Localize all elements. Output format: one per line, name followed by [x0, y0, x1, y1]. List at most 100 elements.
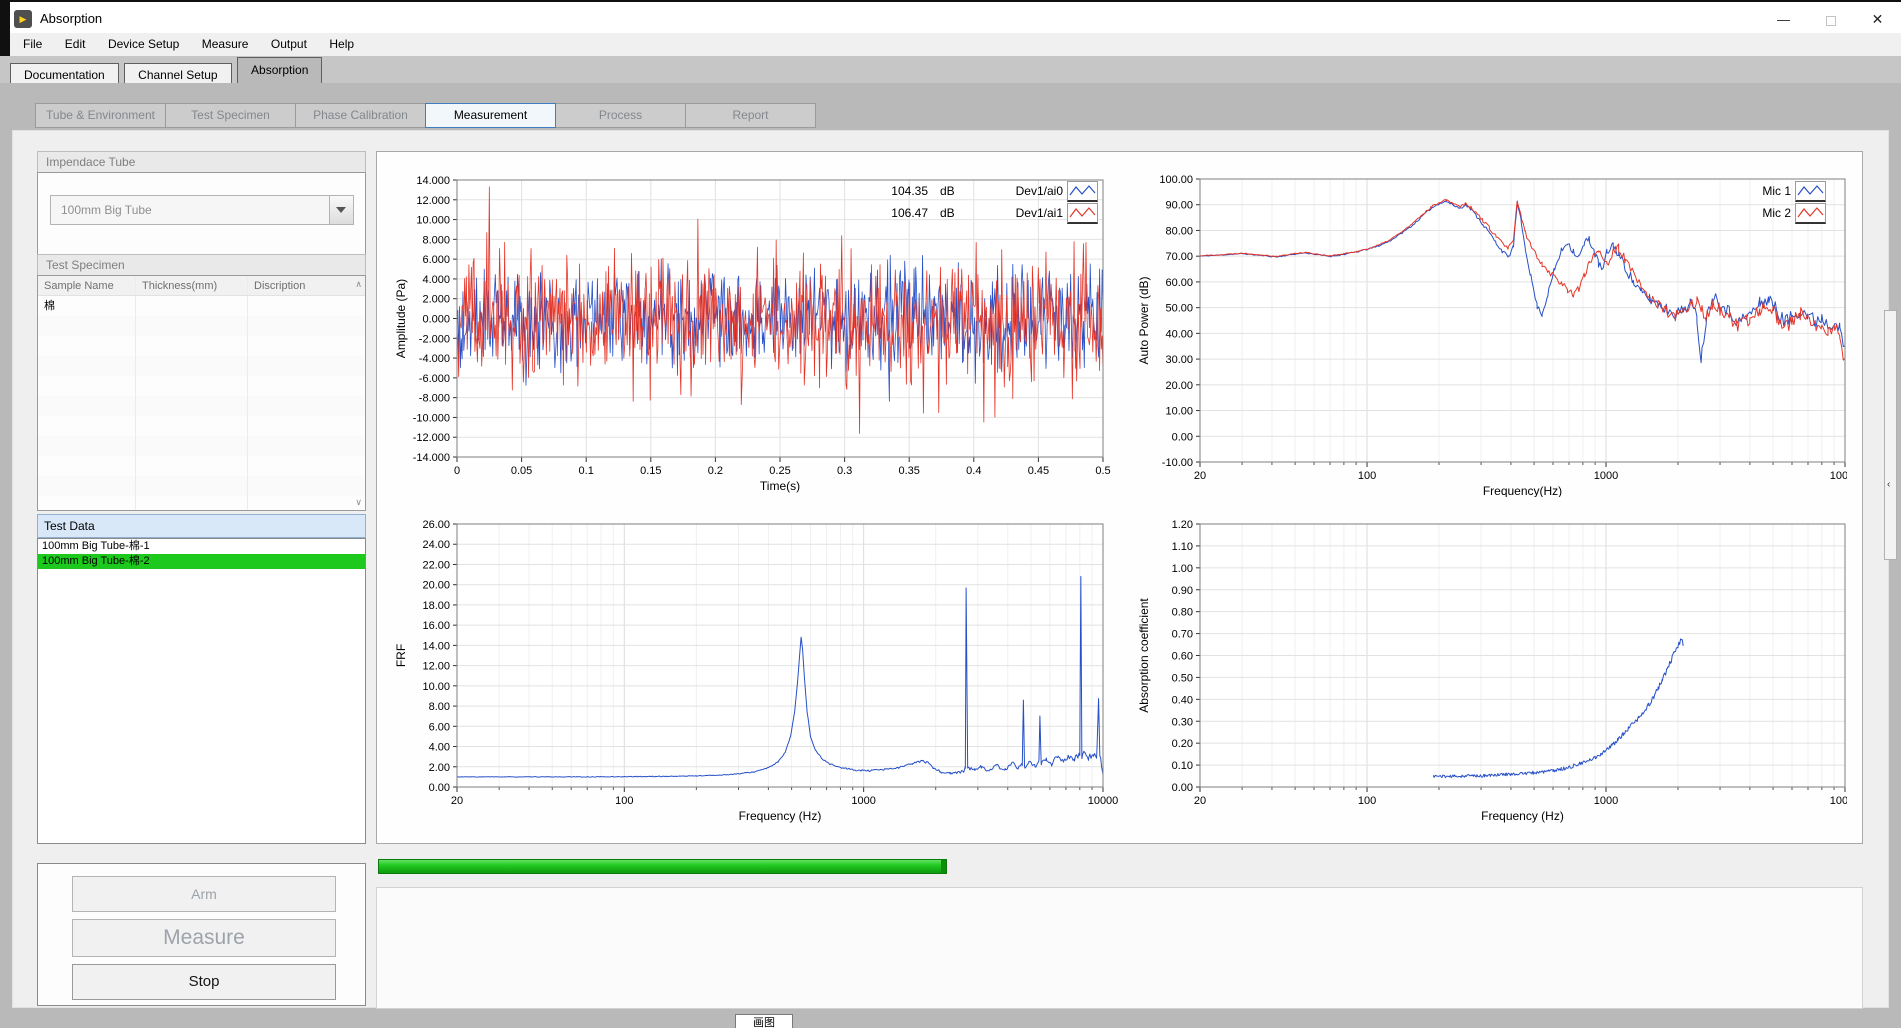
dropdown-button[interactable] — [329, 196, 353, 224]
table-row-empty[interactable] — [38, 496, 365, 510]
menu-bar: File Edit Device Setup Measure Output He… — [0, 33, 1901, 56]
close-button[interactable]: ✕ — [1854, 4, 1901, 35]
stop-button[interactable]: Stop — [72, 964, 336, 1000]
svg-text:0.2: 0.2 — [708, 465, 723, 477]
svg-text:26.00: 26.00 — [422, 519, 450, 531]
scroll-up-icon[interactable]: ∧ — [355, 279, 362, 290]
app-window: ▶ Absorption — ✕ File Edit Device Setup … — [0, 0, 1901, 1028]
readout-unit: dB — [940, 206, 955, 220]
svg-text:Frequency (Hz): Frequency (Hz) — [739, 809, 822, 823]
test-specimen-section-title: Test Specimen — [37, 254, 366, 276]
chart-frf: 2010010001000026.0024.0022.0020.0018.001… — [382, 494, 1127, 834]
legend-line-icon — [1795, 203, 1826, 224]
list-item[interactable]: 100mm Big Tube-棉-1 — [38, 539, 365, 554]
svg-text:60.00: 60.00 — [1165, 277, 1193, 289]
svg-text:0.05: 0.05 — [511, 465, 532, 477]
table-row-empty[interactable] — [38, 316, 365, 336]
panel-collapse-handle[interactable]: ‹ — [1884, 310, 1897, 560]
table-row-empty[interactable] — [38, 396, 365, 416]
svg-text:22.00: 22.00 — [422, 559, 450, 571]
table-row[interactable]: 棉 — [38, 296, 365, 316]
svg-text:20.00: 20.00 — [422, 580, 450, 592]
menu-device-setup[interactable]: Device Setup — [99, 33, 188, 56]
table-row-empty[interactable] — [38, 456, 365, 476]
window-edge — [0, 0, 10, 56]
tab-absorption[interactable]: Absorption — [237, 57, 322, 83]
subtab-measurement[interactable]: Measurement — [425, 103, 556, 128]
subtab-phase-calibration[interactable]: Phase Calibration — [295, 103, 426, 128]
subtab-process[interactable]: Process — [555, 103, 686, 128]
svg-text:0.35: 0.35 — [898, 465, 919, 477]
cell-thickness — [136, 296, 248, 316]
bottom-paint-tab[interactable]: 画图 — [735, 1014, 793, 1028]
legend-item[interactable]: Dev1/ai1 — [989, 203, 1098, 224]
maximize-icon — [1826, 16, 1836, 26]
subtab-report[interactable]: Report — [685, 103, 816, 128]
svg-text:4.000: 4.000 — [422, 274, 450, 286]
measure-button[interactable]: Measure — [72, 919, 336, 957]
svg-text:Frequency (Hz): Frequency (Hz) — [1481, 809, 1564, 823]
svg-text:20: 20 — [451, 795, 463, 807]
test-data-section-title: Test Data — [37, 514, 366, 538]
menu-edit[interactable]: Edit — [56, 33, 95, 56]
test-specimen-table[interactable]: Sample Name Thickness(mm) Discription 棉 … — [38, 276, 365, 510]
svg-text:8.00: 8.00 — [429, 701, 450, 713]
svg-text:0.3: 0.3 — [837, 465, 852, 477]
svg-text:8.000: 8.000 — [422, 234, 450, 246]
measurement-panel: Impendace Tube 100mm Big Tube Test Speci… — [12, 130, 1889, 1008]
table-row-empty[interactable] — [38, 416, 365, 436]
subtab-test-specimen[interactable]: Test Specimen — [165, 103, 296, 128]
table-row-empty[interactable] — [38, 476, 365, 496]
chart-absorption: 201001000100001.201.101.000.900.800.700.… — [1129, 494, 1847, 834]
svg-text:1000: 1000 — [1594, 470, 1618, 482]
menu-output[interactable]: Output — [262, 33, 316, 56]
impedance-tube-dropdown[interactable]: 100mm Big Tube — [50, 195, 354, 225]
minimize-icon: — — [1777, 12, 1790, 27]
app-icon: ▶ — [14, 10, 32, 28]
svg-text:24.00: 24.00 — [422, 539, 450, 551]
svg-text:1000: 1000 — [1594, 795, 1618, 807]
svg-text:-12.000: -12.000 — [413, 432, 450, 444]
column-header-discription: Discription — [248, 276, 365, 295]
svg-text:14.00: 14.00 — [422, 640, 450, 652]
svg-text:0.25: 0.25 — [769, 465, 790, 477]
menu-measure[interactable]: Measure — [193, 33, 258, 56]
svg-text:0.90: 0.90 — [1172, 585, 1193, 597]
measurement-progress-bar — [378, 859, 947, 874]
table-row-empty[interactable] — [38, 336, 365, 356]
scroll-down-icon[interactable]: ∨ — [355, 497, 362, 508]
svg-text:FRF: FRF — [394, 644, 408, 667]
legend-line-icon — [1067, 203, 1098, 224]
legend-label: Mic 1 — [1727, 181, 1791, 202]
svg-text:18.00: 18.00 — [422, 600, 450, 612]
table-header-row: Sample Name Thickness(mm) Discription — [38, 276, 365, 296]
svg-text:4.00: 4.00 — [429, 742, 450, 754]
table-row-empty[interactable] — [38, 376, 365, 396]
svg-text:0.50: 0.50 — [1172, 672, 1193, 684]
svg-text:10000: 10000 — [1830, 795, 1847, 807]
maximize-button[interactable] — [1807, 4, 1854, 35]
table-row-empty[interactable] — [38, 436, 365, 456]
legend-item[interactable]: Mic 1 — [1727, 181, 1826, 202]
test-data-list[interactable]: 100mm Big Tube-棉-1 100mm Big Tube-棉-2 — [37, 538, 366, 844]
menu-file[interactable]: File — [14, 33, 51, 56]
menu-help[interactable]: Help — [320, 33, 363, 56]
table-row-empty[interactable] — [38, 356, 365, 376]
legend-item[interactable]: Dev1/ai0 — [989, 181, 1098, 202]
column-header-thickness: Thickness(mm) — [136, 276, 248, 295]
test-specimen-section: Sample Name Thickness(mm) Discription 棉 … — [37, 275, 366, 511]
legend-item[interactable]: Mic 2 — [1727, 203, 1826, 224]
legend-label: Mic 2 — [1727, 203, 1791, 224]
svg-text:10000: 10000 — [1830, 470, 1847, 482]
svg-text:6.000: 6.000 — [422, 254, 450, 266]
minimize-button[interactable]: — — [1760, 4, 1807, 35]
table-body: 棉 — [38, 296, 365, 510]
legend-line-icon — [1067, 181, 1098, 202]
list-item-selected[interactable]: 100mm Big Tube-棉-2 — [38, 554, 365, 569]
svg-text:-8.000: -8.000 — [419, 393, 450, 405]
svg-text:-2.000: -2.000 — [419, 333, 450, 345]
svg-text:100.00: 100.00 — [1159, 174, 1193, 186]
svg-text:2.00: 2.00 — [429, 762, 450, 774]
arm-button[interactable]: Arm — [72, 876, 336, 912]
subtab-tube-environment[interactable]: Tube & Environment — [35, 103, 166, 128]
